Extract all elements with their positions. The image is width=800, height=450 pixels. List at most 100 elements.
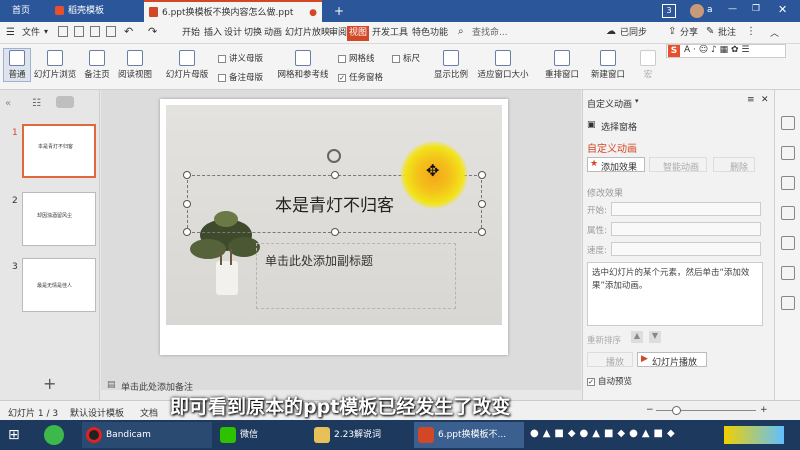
- slide-thumbnail[interactable]: 本是青灯不归客: [22, 124, 96, 178]
- tab-document[interactable]: 6.ppt换模板不换内容怎么做.ppt ●: [144, 0, 322, 22]
- grid-guides-button[interactable]: 网格和参考线: [276, 50, 330, 80]
- zoom-button[interactable]: 显示比例: [433, 50, 469, 80]
- pane-menu-icon[interactable]: ≡: [747, 95, 755, 105]
- pane-header[interactable]: 自定义动画: [587, 97, 632, 110]
- smart-anim-button[interactable]: 智能动画: [649, 157, 707, 173]
- redo-icon[interactable]: ↷: [148, 25, 157, 38]
- resize-handle[interactable]: [331, 171, 339, 179]
- resize-handle[interactable]: [183, 200, 191, 208]
- menu-home[interactable]: 开始: [180, 26, 202, 41]
- macro-button[interactable]: 宏: [638, 50, 658, 80]
- slide-thumbnail[interactable]: 最是无情是佳人: [22, 258, 96, 312]
- speed-select[interactable]: [611, 242, 761, 256]
- taskbar-wps[interactable]: 6.ppt换模板不...: [414, 422, 524, 448]
- sync-status[interactable]: 已同步: [618, 26, 649, 41]
- zoom-out-icon[interactable]: −: [646, 405, 654, 415]
- settings-icon[interactable]: [781, 266, 795, 280]
- zoom-slider-thumb[interactable]: [672, 406, 681, 415]
- new-tab-button[interactable]: +: [326, 0, 344, 22]
- property-select[interactable]: [611, 222, 761, 236]
- animation-list[interactable]: 选中幻灯片的某个元素，然后单击“添加效果”添加动画。: [587, 262, 763, 326]
- notes-master-button[interactable]: 备注母版: [218, 71, 263, 83]
- close-icon[interactable]: ✕: [778, 3, 787, 16]
- style-icon[interactable]: [781, 116, 795, 130]
- help-icon[interactable]: [781, 296, 795, 310]
- resize-handle[interactable]: [183, 228, 191, 236]
- menu-design[interactable]: 设计: [222, 26, 244, 41]
- normal-view-button[interactable]: 普通: [3, 48, 31, 82]
- zoom-slider[interactable]: [656, 410, 756, 411]
- auto-preview-checkbox[interactable]: ✓ 自动预览: [587, 375, 632, 387]
- menu-transitions[interactable]: 切换: [242, 26, 264, 41]
- outline-view-icon[interactable]: ☷: [32, 98, 41, 109]
- task-pane-checkbox[interactable]: ✓ 任务窗格: [338, 71, 383, 83]
- share-button[interactable]: 分享: [678, 26, 700, 41]
- windows-start-icon[interactable]: ⊞: [8, 427, 20, 443]
- rotate-handle-icon[interactable]: [327, 149, 341, 163]
- start-select[interactable]: [611, 202, 761, 216]
- gridlines-checkbox[interactable]: 网格线: [338, 52, 375, 64]
- notes-page-button[interactable]: 备注页: [82, 50, 112, 80]
- resize-handle[interactable]: [331, 228, 339, 236]
- zoom-in-icon[interactable]: +: [760, 405, 768, 415]
- arrange-window-button[interactable]: 重排窗口: [540, 50, 584, 80]
- more-icon[interactable]: ⋮: [746, 26, 756, 37]
- menu-review[interactable]: 审阅: [327, 26, 349, 41]
- move-up-icon[interactable]: ▲: [631, 331, 643, 343]
- backup-icon[interactable]: [781, 236, 795, 250]
- hamburger-icon[interactable]: ☰: [6, 27, 15, 38]
- subtitle-placeholder[interactable]: 单击此处添加副标题: [256, 243, 456, 309]
- taskbar-folder[interactable]: 2.23解说词: [310, 422, 410, 448]
- design-template[interactable]: 默认设计模板: [70, 406, 124, 419]
- browser-icon[interactable]: [44, 425, 64, 445]
- menu-features[interactable]: 特色功能: [410, 26, 450, 41]
- undo-icon[interactable]: ↶: [124, 25, 133, 38]
- chevron-down-icon[interactable]: ▾: [44, 27, 48, 36]
- taskbar-bandicam[interactable]: Bandicam: [82, 422, 212, 448]
- resize-handle[interactable]: [183, 171, 191, 179]
- chevron-down-icon[interactable]: ▾: [635, 97, 639, 105]
- delete-button[interactable]: 删除: [713, 157, 755, 173]
- handout-master-button[interactable]: 讲义母版: [218, 52, 263, 64]
- shape-icon[interactable]: [781, 206, 795, 220]
- system-tray-icon[interactable]: ●▲■◆●▲■◆●▲■◆: [530, 428, 679, 439]
- slide-thumbnail[interactable]: 却因浊酒留风尘: [22, 192, 96, 246]
- play-button[interactable]: 播放: [587, 352, 633, 368]
- collapse-panel-icon[interactable]: «: [5, 98, 11, 109]
- menu-slideshow[interactable]: 幻灯片放映: [283, 26, 332, 41]
- menu-developer[interactable]: 开发工具: [370, 26, 410, 41]
- menu-animations[interactable]: 动画: [262, 26, 284, 41]
- ime-toolbar[interactable]: S A · ☺ ♪ ▦ ✿ ☰: [666, 44, 786, 58]
- reading-view-button[interactable]: 阅读视图: [116, 50, 154, 80]
- taskbar-wechat[interactable]: 微信: [216, 422, 306, 448]
- selection-icon[interactable]: [781, 176, 795, 190]
- pane-close-icon[interactable]: ✕: [761, 95, 769, 105]
- slideshow-button[interactable]: ▶ 幻灯片播放: [637, 352, 707, 368]
- resize-handle[interactable]: [478, 200, 486, 208]
- add-slide-button[interactable]: +: [43, 374, 56, 393]
- resize-handle[interactable]: [478, 171, 486, 179]
- preview-icon[interactable]: [106, 26, 116, 37]
- folder-icon[interactable]: [74, 26, 84, 37]
- ruler-checkbox[interactable]: 标尺: [392, 52, 420, 64]
- maximize-icon[interactable]: ❐: [752, 4, 760, 14]
- tab-daoke[interactable]: 稻壳模板: [50, 0, 140, 22]
- thumbnail-view-icon[interactable]: [56, 96, 74, 108]
- slide-master-button[interactable]: 幻灯片母版: [163, 50, 211, 80]
- menu-insert[interactable]: 插入: [202, 26, 224, 41]
- avatar[interactable]: [690, 4, 704, 18]
- minimize-icon[interactable]: —: [728, 4, 737, 14]
- slide-canvas[interactable]: 本是青灯不归客 ✥ 单击此处添加副标题: [160, 99, 508, 355]
- doc-protect[interactable]: 文档: [140, 406, 158, 419]
- move-down-icon[interactable]: ▼: [649, 331, 661, 343]
- print-icon[interactable]: [90, 26, 100, 37]
- search-command[interactable]: 查找命...: [470, 26, 510, 41]
- save-icon[interactable]: [58, 26, 68, 37]
- fit-window-button[interactable]: 适应窗口大小: [476, 50, 530, 80]
- comment-button[interactable]: 批注: [716, 26, 738, 41]
- collapse-ribbon-icon[interactable]: ︿: [770, 26, 779, 39]
- search-icon[interactable]: ⌕: [458, 26, 464, 37]
- new-window-button[interactable]: 新建窗口: [588, 50, 628, 80]
- select-pane-link[interactable]: 选择窗格: [601, 120, 637, 133]
- animation-icon[interactable]: [781, 146, 795, 160]
